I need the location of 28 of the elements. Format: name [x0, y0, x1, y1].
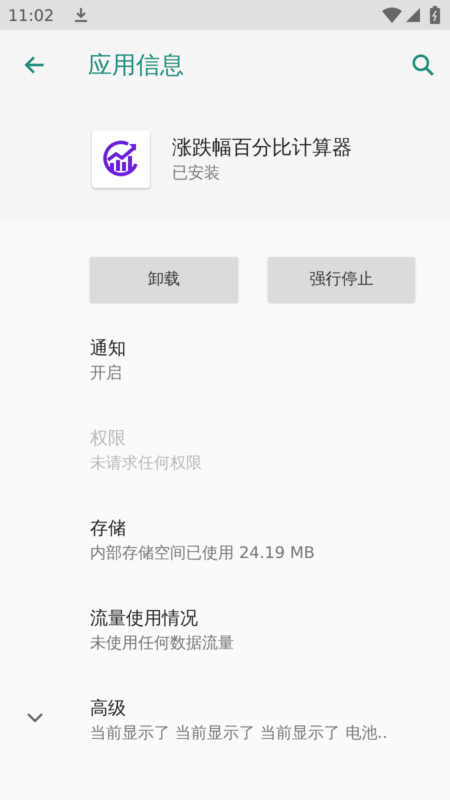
battery-icon — [430, 6, 440, 24]
search-button[interactable] — [410, 52, 436, 78]
force-stop-button[interactable]: 强行停止 — [268, 257, 415, 302]
item-title: 高级 — [90, 697, 126, 721]
settings-item[interactable]: 流量使用情况 未使用任何数据流量 — [0, 606, 450, 696]
item-summary: 当前显示了 当前显示了 当前显示了 电池.. — [90, 722, 388, 744]
item-summary: 开启 — [90, 362, 122, 384]
settings-item[interactable]: 通知 开启 — [0, 336, 450, 426]
install-status: 已安装 — [172, 163, 220, 184]
uninstall-button[interactable]: 卸载 — [90, 257, 238, 302]
download-icon — [74, 7, 88, 23]
chevron-down-icon — [26, 712, 44, 724]
item-title: 权限 — [90, 427, 126, 451]
page-title: 应用信息 — [88, 50, 185, 81]
item-title: 存储 — [90, 517, 126, 541]
status-time: 11:02 — [8, 6, 54, 24]
item-summary: 未请求任何权限 — [90, 452, 202, 474]
item-title: 通知 — [90, 337, 126, 361]
settings-item[interactable]: 高级 当前显示了 当前显示了 当前显示了 电池.. — [0, 696, 450, 786]
wifi-icon — [382, 7, 402, 23]
item-summary: 内部存储空间已使用 24.19 MB — [90, 542, 315, 564]
item-summary: 未使用任何数据流量 — [90, 632, 234, 654]
search-icon — [410, 52, 436, 78]
app-name: 涨跌幅百分比计算器 — [172, 134, 352, 161]
signal-icon — [406, 8, 420, 22]
settings-item[interactable]: 存储 内部存储空间已使用 24.19 MB — [0, 516, 450, 606]
app-icon — [92, 130, 150, 188]
item-title: 流量使用情况 — [90, 607, 198, 631]
